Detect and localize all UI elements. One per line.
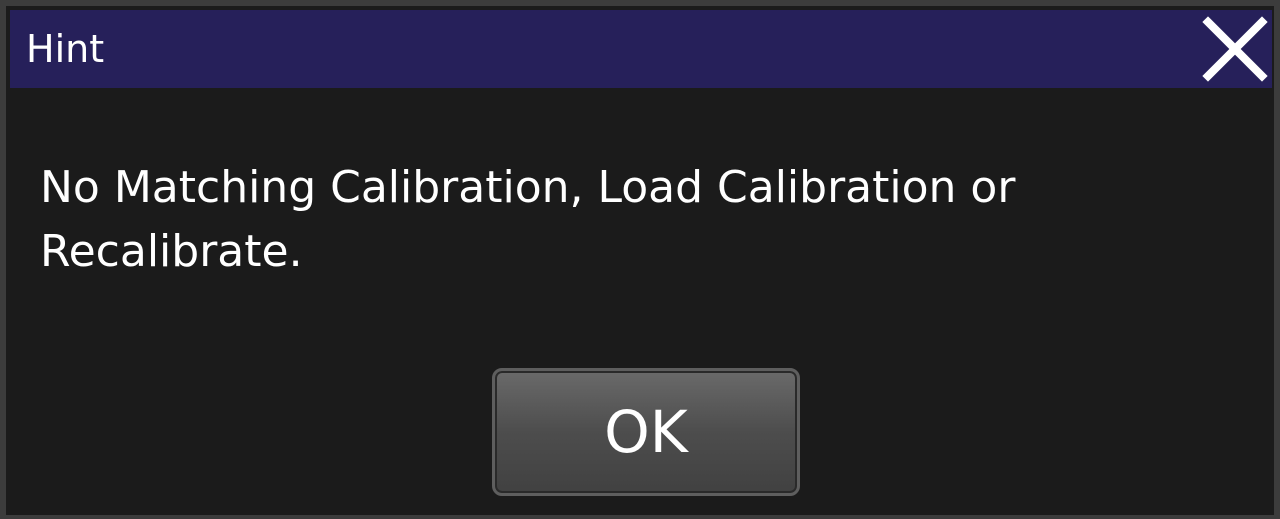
close-icon[interactable]: [1200, 14, 1270, 84]
ok-button-label: OK: [604, 398, 688, 466]
dialog-title: Hint: [26, 27, 105, 71]
dialog-titlebar: Hint: [10, 10, 1272, 88]
hint-dialog: Hint No Matching Calibration, Load Calib…: [0, 0, 1280, 519]
dialog-message: No Matching Calibration, Load Calibratio…: [40, 156, 1220, 284]
message-line-2: Recalibrate.: [40, 226, 303, 277]
message-line-1: No Matching Calibration, Load Calibratio…: [40, 162, 1016, 213]
ok-button[interactable]: OK: [492, 368, 800, 496]
